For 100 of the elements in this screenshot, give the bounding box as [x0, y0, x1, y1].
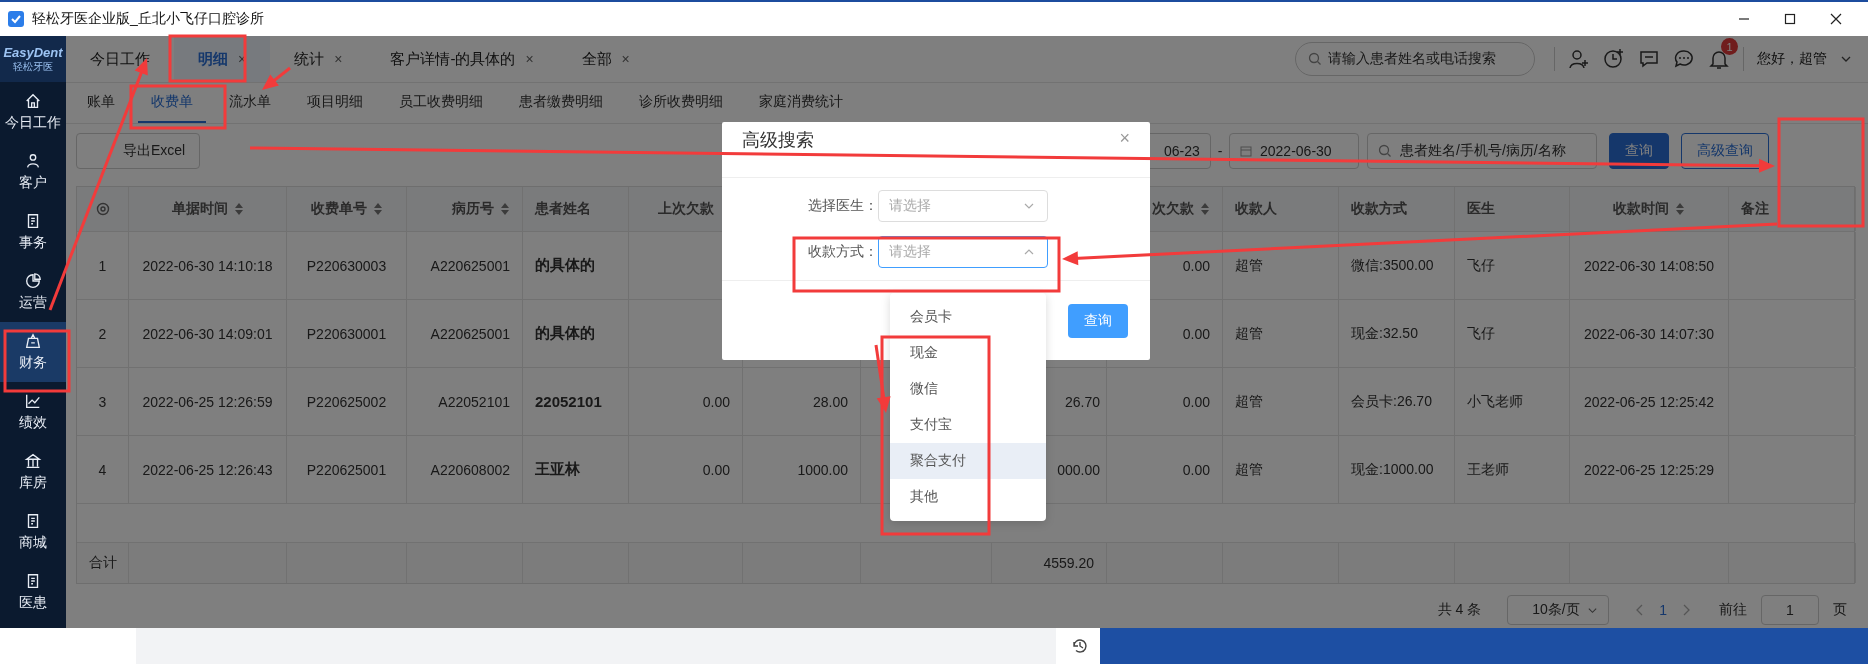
sub-tab[interactable]: 项目明细: [294, 83, 376, 123]
table-cell: 2: [98, 325, 107, 342]
sidebar-item[interactable]: 库房: [0, 442, 66, 502]
table-cell: 2022-06-30 14:07:30: [1584, 325, 1714, 342]
clock-plus-icon[interactable]: [1603, 48, 1625, 70]
page-input[interactable]: 1: [1761, 595, 1819, 625]
column-header: 收款方式: [1351, 200, 1407, 218]
search-icon: [1378, 144, 1392, 158]
sidebar-item[interactable]: 运营: [0, 262, 66, 322]
table-cell: 超管: [1235, 324, 1263, 343]
table-cell: 2022-06-25 12:25:42: [1584, 393, 1714, 410]
table-cell: 微信:3500.00: [1351, 256, 1434, 275]
sort-icon[interactable]: [372, 202, 383, 216]
sidebar-item[interactable]: 事务: [0, 202, 66, 262]
table-cell: A220608002: [430, 461, 510, 478]
table-cell: A22052101: [438, 393, 510, 410]
table-cell: 2022-06-30 14:10:18: [142, 257, 273, 274]
sidebar-item[interactable]: 绩效: [0, 382, 66, 442]
advanced-search-button[interactable]: 高级查询: [1681, 133, 1769, 169]
dialog-title: 高级搜索: [742, 129, 814, 152]
tab[interactable]: 客户详情-的具体的 ×: [366, 36, 558, 82]
sub-tab[interactable]: 收费单: [138, 83, 206, 123]
table-cell: P220625002: [306, 393, 387, 410]
annotation-arrow: [874, 344, 891, 413]
add-person-icon[interactable]: [1568, 48, 1590, 70]
message-icon[interactable]: [1638, 48, 1660, 70]
tab-close[interactable]: ×: [525, 51, 534, 67]
column-header: 单据时间: [171, 200, 228, 218]
page-size-select[interactable]: 10条/页: [1507, 595, 1610, 625]
table-cell: 2022-06-30 14:08:50: [1584, 257, 1714, 274]
column-header: 收款人: [1235, 200, 1277, 218]
sort-icon[interactable]: [500, 202, 510, 216]
user-menu[interactable]: 您好，超管: [1757, 50, 1827, 68]
table-cell: 4: [98, 461, 107, 478]
table-cell: 2022-06-25 12:25:29: [1584, 461, 1714, 478]
table-cell: 王亚林: [535, 460, 580, 479]
table-cell: 飞仔: [1467, 324, 1495, 343]
table-cell: 小飞老师: [1467, 392, 1523, 411]
dropdown-option[interactable]: 微信: [890, 371, 1046, 407]
table-cell: 2022-06-25 12:26:59: [142, 393, 273, 410]
table-cell: 0.00: [1182, 325, 1210, 342]
table-cell: 22052101: [535, 393, 602, 410]
tab[interactable]: 全部 ×: [557, 36, 654, 82]
dropdown-option[interactable]: 现金: [890, 335, 1046, 371]
table-cell: A220625001: [430, 257, 510, 274]
sub-tab[interactable]: 员工收费明细: [386, 83, 496, 123]
sort-icon[interactable]: [1675, 202, 1685, 216]
select-field[interactable]: 请选择: [878, 190, 1048, 222]
sidebar-item[interactable]: 医患: [0, 562, 66, 622]
annotation-box: [3, 329, 71, 393]
table-cell: 飞仔: [1467, 256, 1495, 275]
column-header: 患者姓名: [535, 200, 591, 218]
table-cell: 2022-06-30 14:09:01: [142, 325, 273, 342]
maximize-icon[interactable]: [1784, 13, 1796, 25]
column-header: 病历号: [452, 200, 494, 218]
sub-tab[interactable]: 家庭消费统计: [746, 83, 856, 123]
sidebar-item[interactable]: 商城: [0, 502, 66, 562]
sort-icon[interactable]: [1200, 202, 1210, 216]
tab-close[interactable]: ×: [334, 51, 343, 67]
dropdown-option[interactable]: 会员卡: [890, 299, 1046, 335]
date-field[interactable]: 2022-06-30: [1229, 133, 1359, 169]
sub-tab[interactable]: 流水单: [216, 83, 284, 123]
search-field[interactable]: 患者姓名/手机号/病历/名称: [1367, 133, 1597, 169]
table-cell: 超管: [1235, 392, 1263, 411]
table-cell: 超管: [1235, 256, 1263, 275]
column-header: 收费单号: [310, 200, 367, 218]
table-cell: 28.00: [812, 393, 848, 410]
sub-tab[interactable]: 患者缴费明细: [506, 83, 616, 123]
table-cell: 0.00: [702, 393, 730, 410]
column-header: 备注: [1741, 200, 1769, 218]
annotation-arrow: [262, 66, 291, 90]
goto-label: 前往: [1719, 601, 1747, 619]
table-cell: 0.00: [702, 461, 730, 478]
close-icon[interactable]: [1830, 13, 1842, 25]
dropdown-option[interactable]: 聚合支付: [890, 443, 1046, 479]
window-title: 轻松牙医企业版_丘北小飞仔口腔诊所: [32, 10, 264, 28]
chat-icon[interactable]: [1673, 48, 1695, 70]
tab-close[interactable]: ×: [621, 51, 630, 67]
calendar-icon: [1240, 145, 1252, 157]
query-button[interactable]: 查询: [1068, 303, 1128, 338]
settings-icon[interactable]: [95, 202, 110, 216]
pie-chart-icon: [24, 272, 42, 290]
select-field[interactable]: 请选择: [878, 236, 1048, 268]
bag-icon: [24, 332, 42, 350]
sub-tab[interactable]: 诊所收费明细: [626, 83, 736, 123]
dropdown-option[interactable]: 其他: [890, 479, 1046, 515]
sub-tab[interactable]: 账单: [74, 83, 128, 123]
sort-icon[interactable]: [233, 202, 244, 216]
sidebar-item[interactable]: 今日工作: [0, 82, 66, 142]
total-cell: 4559.20: [1043, 555, 1094, 571]
person-icon: [24, 152, 42, 170]
page-number[interactable]: 1: [1659, 602, 1667, 618]
sidebar-item[interactable]: 客户: [0, 142, 66, 202]
building-icon: [24, 452, 42, 470]
history-icon[interactable]: [1070, 636, 1090, 656]
total-count: 共 4 条: [1437, 601, 1482, 619]
dropdown-option[interactable]: 支付宝: [890, 407, 1046, 443]
table-cell: A220625001: [430, 325, 510, 342]
export-button[interactable]: 导出Excel: [76, 133, 201, 169]
table-cell: 1000.00: [797, 461, 848, 478]
